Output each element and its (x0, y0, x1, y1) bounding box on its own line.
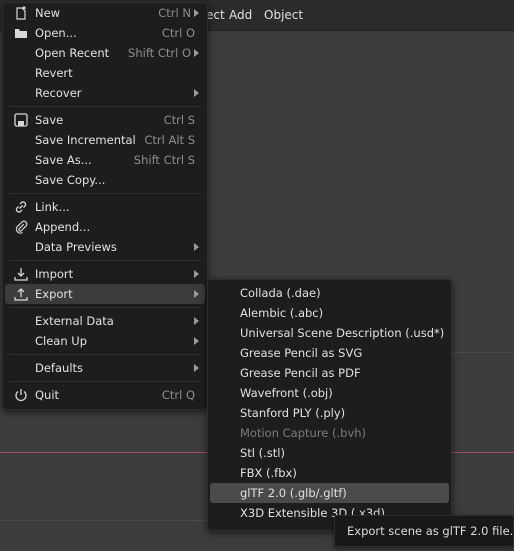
menu-separator (9, 381, 201, 382)
paperclip-icon (13, 219, 29, 235)
export-collada[interactable]: Collada (.dae) (210, 283, 449, 303)
add-menu[interactable]: Add (229, 8, 252, 22)
menu-separator (9, 193, 201, 194)
power-icon (13, 387, 29, 403)
menu-item-recover[interactable]: Recover (5, 83, 205, 103)
menu-item-external-data[interactable]: External Data (5, 311, 205, 331)
object-menu[interactable]: Object (264, 8, 303, 22)
menu-item-append[interactable]: Append... (5, 217, 205, 237)
menu-item-clean-up[interactable]: Clean Up (5, 331, 205, 351)
chevron-right-icon (194, 270, 199, 278)
new-file-icon (13, 5, 29, 21)
chevron-right-icon (194, 337, 199, 345)
export-icon (13, 286, 29, 302)
export-alembic[interactable]: Alembic (.abc) (210, 303, 449, 323)
export-grease-pencil-pdf[interactable]: Grease Pencil as PDF (210, 363, 449, 383)
menu-item-quit[interactable]: Quit Ctrl Q (5, 385, 205, 405)
chevron-right-icon (194, 243, 199, 251)
select-menu[interactable]: ect (206, 8, 225, 22)
import-icon (13, 266, 29, 282)
menu-item-export[interactable]: Export (5, 284, 205, 304)
tooltip: Export scene as glTF 2.0 file. (334, 515, 514, 547)
menu-item-save[interactable]: Save Ctrl S (5, 110, 205, 130)
menu-item-defaults[interactable]: Defaults (5, 358, 205, 378)
chevron-right-icon (194, 89, 199, 97)
menu-item-import[interactable]: Import (5, 264, 205, 284)
export-fbx[interactable]: FBX (.fbx) (210, 463, 449, 483)
menu-item-save-incremental[interactable]: Save Incremental Ctrl Alt S (5, 130, 205, 150)
folder-icon (13, 25, 29, 41)
menu-separator (9, 354, 201, 355)
menu-item-data-previews[interactable]: Data Previews (5, 237, 205, 257)
export-grease-pencil-svg[interactable]: Grease Pencil as SVG (210, 343, 449, 363)
chevron-right-icon (194, 49, 199, 57)
file-menu: New Ctrl N Open... Ctrl O Open Recent Sh… (2, 2, 208, 410)
menu-separator (9, 106, 201, 107)
chevron-right-icon (194, 364, 199, 372)
export-stanford-ply[interactable]: Stanford PLY (.ply) (210, 403, 449, 423)
chevron-right-icon (194, 9, 199, 17)
export-usd[interactable]: Universal Scene Description (.usd*) (210, 323, 449, 343)
menu-item-open[interactable]: Open... Ctrl O (5, 23, 205, 43)
export-submenu: Collada (.dae) Alembic (.abc) Universal … (207, 279, 452, 531)
menu-item-save-copy[interactable]: Save Copy... (5, 170, 205, 190)
export-motion-capture-bvh: Motion Capture (.bvh) (240, 426, 367, 440)
menu-separator (9, 260, 201, 261)
save-icon (13, 112, 29, 128)
menu-separator (9, 307, 201, 308)
menu-item-revert[interactable]: Revert (5, 63, 205, 83)
export-gltf[interactable]: glTF 2.0 (.glb/.gltf) (210, 483, 449, 503)
menu-item-open-recent[interactable]: Open Recent Shift Ctrl O (5, 43, 205, 63)
export-stl[interactable]: Stl (.stl) (210, 443, 449, 463)
menu-item-new[interactable]: New Ctrl N (5, 3, 205, 23)
link-icon (13, 199, 29, 215)
chevron-right-icon (194, 317, 199, 325)
menu-item-save-as[interactable]: Save As... Shift Ctrl S (5, 150, 205, 170)
tooltip-text: Export scene as glTF 2.0 file. (347, 524, 514, 538)
menu-item-link[interactable]: Link... (5, 197, 205, 217)
chevron-right-icon (194, 290, 199, 298)
export-wavefront-obj[interactable]: Wavefront (.obj) (210, 383, 449, 403)
